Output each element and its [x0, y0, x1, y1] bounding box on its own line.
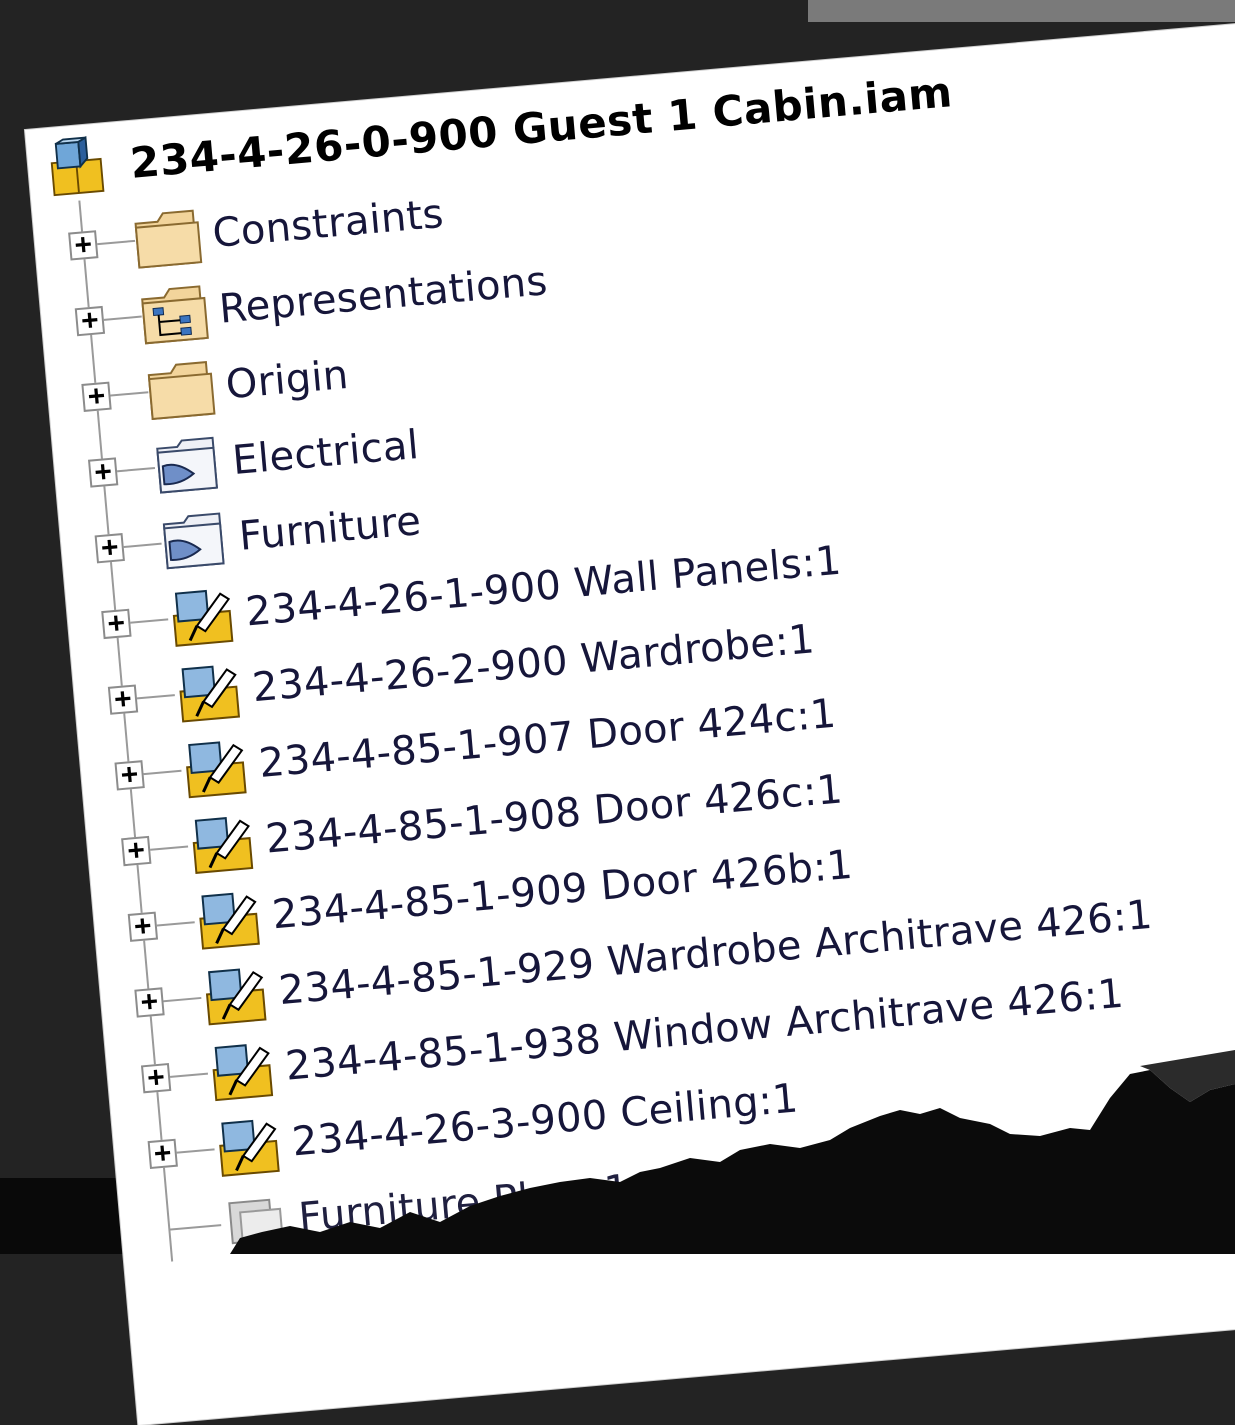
- browser-folder-icon: [162, 512, 225, 570]
- subassembly-icon: [199, 892, 260, 950]
- expand-button[interactable]: +: [81, 378, 112, 412]
- expand-button[interactable]: +: [87, 454, 119, 488]
- expand-button[interactable]: +: [140, 1060, 172, 1094]
- work-plane-icon: [228, 1198, 285, 1252]
- expand-button[interactable]: +: [147, 1135, 178, 1170]
- subassembly-icon: [179, 665, 241, 723]
- node-label: Representations: [217, 258, 550, 333]
- expand-button[interactable]: +: [74, 302, 106, 337]
- node-label: Origin: [224, 351, 351, 409]
- folder-icon: [147, 361, 216, 421]
- expand-button[interactable]: +: [127, 908, 159, 942]
- subassembly-icon: [172, 589, 234, 647]
- expand-button[interactable]: +: [101, 605, 132, 640]
- expand-button[interactable]: +: [107, 681, 139, 715]
- subassembly-icon: [219, 1119, 280, 1177]
- expand-button[interactable]: +: [121, 832, 152, 867]
- node-label: Furniture Plane1: [296, 1166, 632, 1242]
- expand-button[interactable]: +: [68, 227, 99, 261]
- subassembly-icon: [192, 817, 254, 874]
- assembly-icon: [50, 135, 105, 197]
- expand-button[interactable]: +: [114, 757, 145, 791]
- expand-button[interactable]: +: [134, 984, 165, 1018]
- node-label: Furniture: [237, 498, 423, 560]
- browser-folder-icon: [156, 436, 218, 494]
- subassembly-icon: [205, 968, 267, 1026]
- node-label: Electrical: [230, 421, 421, 485]
- representations-folder-icon: [141, 285, 209, 345]
- subassembly-icon: [186, 741, 247, 799]
- folder-icon: [134, 209, 203, 269]
- model-browser-panel: 234-4-26-0-900 Guest 1 Cabin.iam + Const…: [25, 14, 1235, 1425]
- node-label: Constraints: [210, 190, 446, 257]
- background-window-strip: [808, 0, 1235, 22]
- tree-node-list: + Constraints + Representations + Origin…: [66, 120, 1175, 1269]
- subassembly-icon: [212, 1044, 274, 1102]
- expand-button[interactable]: +: [94, 530, 125, 564]
